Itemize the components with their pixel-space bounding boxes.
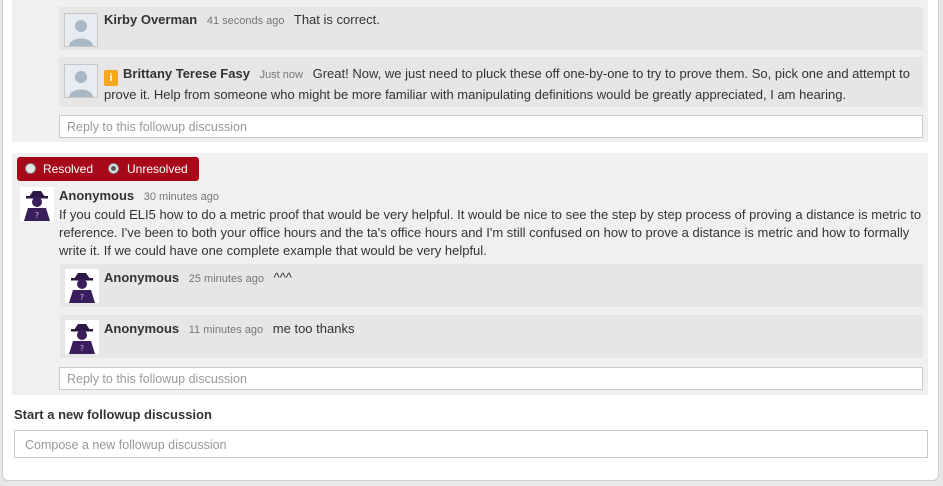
reply-time: 11 minutes ago	[188, 324, 264, 336]
anonymous-avatar-icon: ?	[65, 269, 99, 303]
resolved-label[interactable]: Resolved	[43, 162, 93, 176]
reply-input-placeholder: Reply to this followup discussion	[67, 372, 247, 386]
reply-item: ? Anonymous 25 minutes ago ^^^	[60, 264, 923, 307]
reply-author[interactable]: Kirby Overman	[104, 12, 197, 27]
svg-text:?: ?	[80, 344, 84, 353]
new-followup-placeholder: Compose a new followup discussion	[25, 438, 227, 452]
followup-text: If you could ELI5 how to do a metric pro…	[59, 207, 922, 258]
followup-thread-1: Kirby Overman 41 seconds ago That is cor…	[12, 0, 928, 142]
unresolved-label[interactable]: Unresolved	[127, 162, 188, 176]
reply-time: 25 minutes ago	[188, 273, 264, 285]
reply-author: Anonymous	[104, 270, 180, 285]
reply-time: Just now	[259, 69, 303, 81]
reply-text: ^^^	[273, 270, 292, 285]
user-avatar-icon	[64, 64, 98, 98]
reply-text: That is correct.	[293, 12, 380, 27]
resolved-radio[interactable]	[25, 163, 36, 174]
reply-text: me too thanks	[272, 321, 355, 336]
reply-item: Kirby Overman 41 seconds ago That is cor…	[59, 7, 923, 50]
reply-item: i Brittany Terese Fasy Just now Great! No…	[59, 57, 923, 107]
followup-author: Anonymous	[59, 188, 135, 203]
reply-author: Anonymous	[104, 321, 180, 336]
svg-text:?: ?	[35, 211, 39, 220]
reply-time: 41 seconds ago	[206, 15, 285, 27]
resolution-toggle: Resolved Unresolved	[17, 157, 199, 181]
followup-thread-2: ? Anonymous 30 minutes ago If you could …	[12, 153, 928, 395]
anonymous-avatar-icon: ?	[20, 187, 54, 221]
new-followup-title: Start a new followup discussion	[14, 407, 212, 422]
reply-item: ? Anonymous 11 minutes ago me too thanks	[60, 315, 923, 358]
svg-text:?: ?	[80, 293, 84, 302]
reply-input[interactable]: Reply to this followup discussion	[59, 367, 923, 390]
reply-input[interactable]: Reply to this followup discussion	[59, 115, 923, 138]
user-avatar-icon	[64, 13, 98, 47]
followup-time: 30 minutes ago	[143, 191, 219, 203]
instructor-badge-icon: i	[104, 70, 118, 86]
new-followup-input[interactable]: Compose a new followup discussion	[14, 430, 928, 458]
unresolved-radio[interactable]	[108, 163, 119, 174]
reply-author[interactable]: Brittany Terese Fasy	[123, 66, 250, 81]
anonymous-avatar-icon: ?	[65, 320, 99, 354]
reply-input-placeholder: Reply to this followup discussion	[67, 120, 247, 134]
